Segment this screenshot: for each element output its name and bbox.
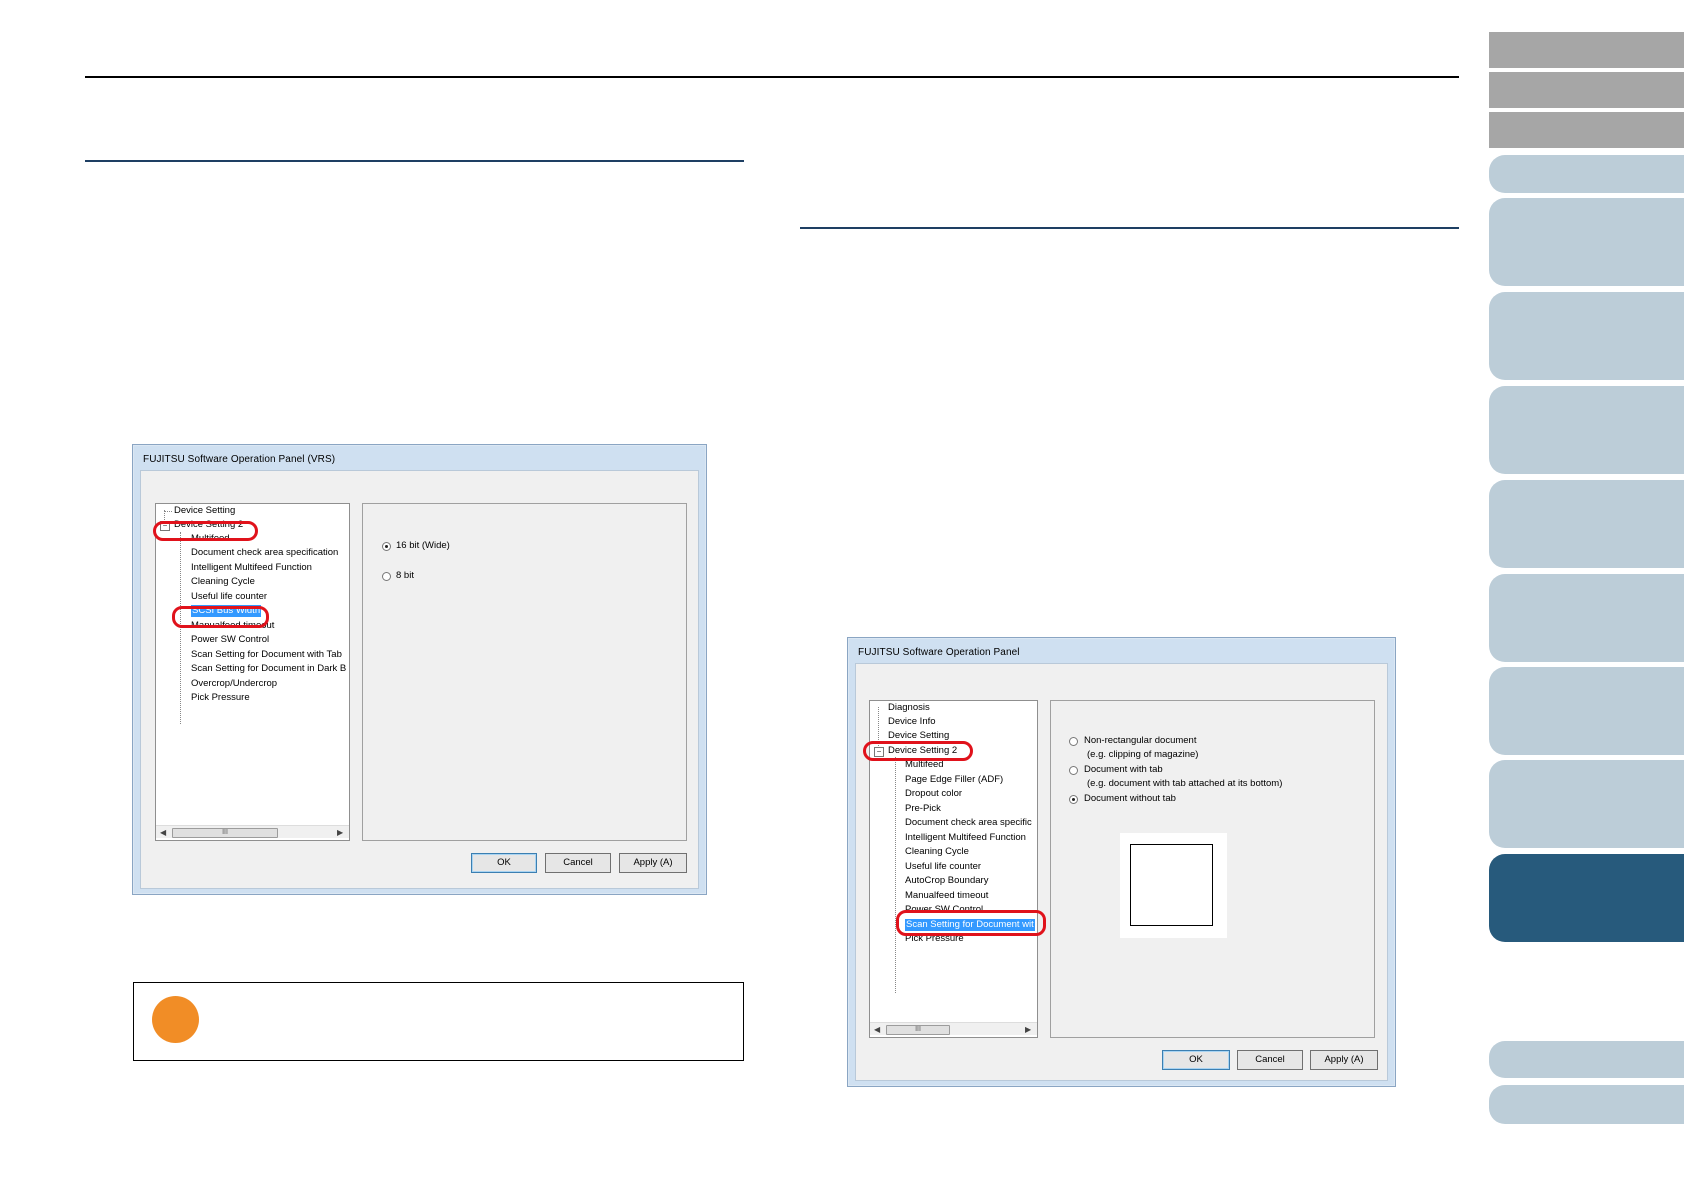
dialog-main: FUJITSU Software Operation Panel Diagnos… [847,637,1396,1087]
cancel-button[interactable]: Cancel [545,853,611,873]
tree-item-diagnosis[interactable]: Diagnosis [888,702,930,714]
nav-tab-1[interactable] [1489,32,1684,68]
header-rule [85,76,1459,78]
tree-item[interactable]: Pre-Pick [905,803,941,815]
nav-tab-8[interactable] [1489,480,1684,568]
nav-tab-7[interactable] [1489,386,1684,474]
nav-tab-6[interactable] [1489,292,1684,380]
nav-tab-10[interactable] [1489,667,1684,755]
dialog-vrs: FUJITSU Software Operation Panel (VRS) D… [132,444,707,895]
tree-item[interactable]: Cleaning Cycle [905,846,969,858]
nav-tab-2[interactable] [1489,72,1684,108]
highlight-scsi-bus-width [172,606,269,628]
tree-connector [895,757,896,993]
scroll-thumb[interactable]: III [886,1025,950,1035]
radio-non-rectangular-example: (e.g. clipping of magazine) [1087,749,1199,760]
tree-item[interactable]: Intelligent Multifeed Function [191,562,312,574]
highlight-scan-setting-tab [896,910,1046,936]
tree-item[interactable]: Overcrop/Undercrop [191,678,277,690]
tree-item-device-setting[interactable]: Device Setting [174,505,235,517]
scroll-right-icon[interactable]: ▶ [337,828,343,837]
radio-document-with-tab-label: Document with tab [1084,764,1163,775]
tree-item[interactable]: Useful life counter [191,591,267,603]
cancel-button[interactable]: Cancel [1237,1050,1303,1070]
tree-item[interactable]: Cleaning Cycle [191,576,255,588]
document-preview [1120,833,1227,938]
radio-document-with-tab-example: (e.g. document with tab attached at its … [1087,778,1283,789]
tree-item[interactable]: Power SW Control [191,634,269,646]
settings-panel: 16 bit (Wide) 8 bit [362,503,687,841]
tree-item[interactable]: Scan Setting for Document with Tab [191,649,342,661]
ok-button[interactable]: OK [1162,1050,1230,1070]
document-shape [1130,844,1213,926]
tree-item[interactable]: Manualfeed timeout [905,890,988,902]
tree-item[interactable]: Dropout color [905,788,962,800]
tree-item[interactable]: AutoCrop Boundary [905,875,988,887]
horizontal-scrollbar[interactable]: ◀ III ▶ [156,825,349,838]
radio-document-without-tab[interactable] [1069,795,1078,804]
tree-item[interactable]: Intelligent Multifeed Function [905,832,1026,844]
ok-button[interactable]: OK [471,853,537,873]
apply-button[interactable]: Apply (A) [619,853,687,873]
tree-item[interactable]: Useful life counter [905,861,981,873]
settings-tree[interactable]: Device Setting − Device Setting 2 Multif… [155,503,350,841]
tree-item[interactable]: Page Edge Filler (ADF) [905,774,1003,786]
nav-tab-5[interactable] [1489,198,1684,286]
tree-connector [164,511,172,512]
radio-document-without-tab-label: Document without tab [1084,793,1176,804]
dialog-title: FUJITSU Software Operation Panel (VRS) [143,454,336,465]
tree-item[interactable]: Scan Setting for Document in Dark B [191,663,346,675]
highlight-device-setting-2 [153,521,258,541]
radio-document-with-tab[interactable] [1069,766,1078,775]
section-rule-right [800,227,1459,229]
radio-8bit-label: 8 bit [396,570,414,581]
radio-non-rectangular[interactable] [1069,737,1078,746]
scroll-right-icon[interactable]: ▶ [1025,1025,1031,1034]
dialog-title: FUJITSU Software Operation Panel [858,647,1020,658]
scroll-left-icon[interactable]: ◀ [160,828,166,837]
settings-panel: Non-rectangular document (e.g. clipping … [1050,700,1375,1038]
nav-tab-4[interactable] [1489,155,1684,193]
caution-icon [152,996,199,1043]
radio-16bit[interactable] [382,542,391,551]
radio-non-rectangular-label: Non-rectangular document [1084,735,1197,746]
nav-tab-active[interactable] [1489,854,1684,942]
nav-tab-9[interactable] [1489,574,1684,662]
tree-item[interactable]: Document check area specification [191,547,338,559]
nav-tab-bottom-2[interactable] [1489,1085,1684,1124]
tree-item[interactable]: Pick Pressure [191,692,250,704]
highlight-device-setting-2 [863,741,973,761]
nav-tab-11[interactable] [1489,760,1684,848]
section-rule-left [85,160,744,162]
caution-box [133,982,744,1061]
tree-item-device-info[interactable]: Device Info [888,716,936,728]
tree-connector [180,532,181,724]
radio-8bit[interactable] [382,572,391,581]
apply-button[interactable]: Apply (A) [1310,1050,1378,1070]
nav-tab-bottom-1[interactable] [1489,1041,1684,1078]
radio-16bit-label: 16 bit (Wide) [396,540,450,551]
dialog-client: Diagnosis Device Info Device Setting − D… [855,663,1388,1081]
tree-item[interactable]: Document check area specific [905,817,1032,829]
horizontal-scrollbar[interactable]: ◀ III ▶ [870,1022,1037,1035]
scroll-thumb[interactable]: III [172,828,278,838]
scroll-left-icon[interactable]: ◀ [874,1025,880,1034]
nav-tab-3[interactable] [1489,112,1684,148]
